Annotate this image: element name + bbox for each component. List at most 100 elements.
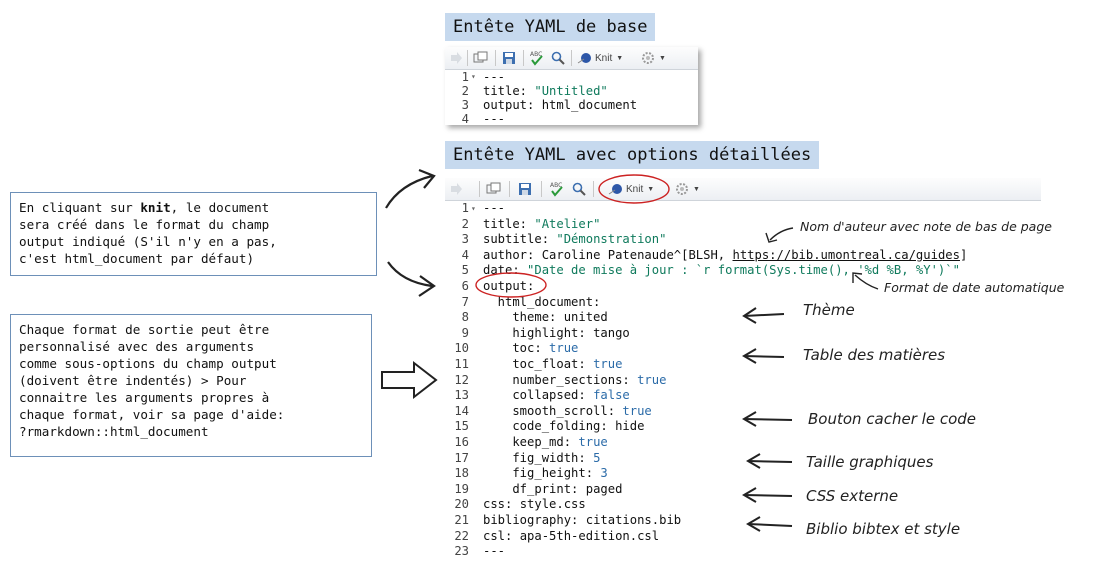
yaml-key: number_sections: [483,372,630,387]
editor-toolbar: ABC Knit ▼ ▼ [445,178,1041,201]
yaml-key: fig_width: [483,450,586,465]
yaml-value: style.css [512,497,586,512]
yaml-key: df_print: [483,481,579,496]
code-text: fig_width: 5 [483,451,600,467]
line-number: 12 [454,372,469,387]
spellcheck-icon[interactable]: ABC [529,50,545,66]
forward-icon[interactable] [449,50,463,66]
code-text: bibliography: citations.bib [483,513,681,529]
code-text: --- [483,70,505,84]
code-text: code_folding: hide [483,419,644,435]
basic-code-area[interactable]: 1 ▾ --- 2 title: "Untitled" 3 output: html_doc… [445,70,698,126]
code-line: 23 --- [445,544,1041,560]
line-number: 7 [461,294,469,309]
annotation-toc: Table des matières [803,346,946,364]
yaml-key: csl: [483,528,513,543]
code-line: 17 fig_width: 5 [445,451,1041,467]
line-number: 3 [461,98,469,112]
code-line: 2 title: "Untitled" [445,84,698,98]
search-icon[interactable] [572,181,586,197]
annotation-code-button: Bouton cacher le code [808,410,977,428]
code-text: fig_height: 3 [483,466,608,482]
block-arrow-icon [381,360,438,400]
show-in-window-icon[interactable] [486,181,502,197]
yaml-key: html_document: [483,294,601,309]
yaml-key: date: [483,263,520,278]
code-line: 20 css: style.css [445,497,1041,513]
code-text: highlight: tango [483,325,630,342]
code-text: df_print: paged [483,482,622,498]
knit-label: Knit [595,52,613,64]
chevron-down-icon: ▼ [616,54,624,62]
code-line: 4 author: Caroline Patenaude^[BLSH, https… [445,248,1041,264]
code-line: 3 subtitle: "Démonstration" [445,232,1041,248]
toolbar-separator [479,181,480,197]
detailed-editor-panel: ABC Knit ▼ ▼ 1 ▾ --- 2 title: "Atelier" 3 subt… [445,178,1041,561]
line-number: 3 [461,232,469,247]
detailed-code-area[interactable]: 1 ▾ --- 2 title: "Atelier" 3 subtitle: "Démons… [445,200,1041,561]
yaml-key: toc_float: [483,357,586,371]
knit-label: Knit [626,183,644,195]
knit-button[interactable]: Knit ▼ [608,181,654,197]
toolbar-separator [523,50,524,66]
yaml-value: 3 [593,466,608,481]
yaml-value: tango [585,325,630,340]
line-number: 14 [454,403,469,418]
line-number: 15 [454,419,469,434]
line-number: 9 [461,325,469,340]
yaml-key: css: [483,497,513,512]
line-number: 6 [461,279,469,293]
code-line: 10 toc: true [445,341,1041,357]
spellcheck-icon[interactable]: ABC [549,181,565,197]
line-number: 23 [454,544,469,559]
search-icon[interactable] [551,50,565,66]
arrow-to-output-head [418,275,436,297]
code-text: csl: apa-5th-edition.csl [483,529,659,545]
yaml-value: true [541,341,579,356]
save-icon[interactable] [518,181,532,197]
forward-icon[interactable] [449,181,463,197]
knit-button[interactable]: Knit ▼ [577,50,623,66]
line-number: 13 [454,388,469,403]
yaml-key: smooth_scroll: [483,403,616,418]
code-text: keep_md: true [483,435,608,451]
code-text: output: [483,279,534,295]
yaml-url: https://bib.umontreal.ca/guides [732,247,960,262]
chevron-down-icon: ▼ [659,54,666,62]
line-number: 2 [461,84,469,98]
yaml-value: true [585,357,623,371]
show-in-window-icon[interactable] [473,50,489,66]
code-line: 16 keep_md: true [445,435,1041,451]
line-number: 4 [461,247,469,262]
code-text: --- [483,112,505,126]
code-text: output: html_document [483,98,637,112]
yaml-key: code_folding: [483,419,608,434]
gear-icon[interactable]: ▼ [641,50,666,66]
code-text: author: Caroline Patenaude^[BLSH, https:… [483,248,967,264]
yaml-value: "Date de mise à jour : `r format(Sys.tim… [519,263,960,278]
yaml-value-end: ] [959,247,968,262]
fold-chevron-icon: ▾ [471,72,476,81]
annotation-author-note: Nom d'auteur avec note de bas de page [800,219,1052,234]
yaml-value: apa-5th-edition.csl [512,528,660,543]
chevron-down-icon: ▼ [693,185,700,193]
yaml-delimiter: --- [483,112,506,126]
arrow-to-knit-head [418,168,436,189]
yaml-value: true [571,435,608,449]
yaml-value: "Démonstration" [549,232,667,247]
yaml-key: output: [483,98,535,112]
yaml-key: collapsed: [483,388,586,403]
knit-keyword: knit [140,200,171,215]
line-number: 17 [454,450,469,465]
yaml-value: true [615,403,652,418]
yaml-key: subtitle: [483,232,550,247]
code-line: 18 fig_height: 3 [445,466,1041,482]
code-line: 4 --- [445,112,698,126]
code-text: toc: true [483,341,578,357]
editor-toolbar: ABC Knit ▼ ▼ [445,47,698,70]
save-icon[interactable] [502,50,516,66]
annotation-date-format: Format de date automatique [884,280,1065,295]
line-number: 4 [461,112,469,126]
yaml-value: united [556,310,608,325]
gear-icon[interactable]: ▼ [675,181,700,197]
